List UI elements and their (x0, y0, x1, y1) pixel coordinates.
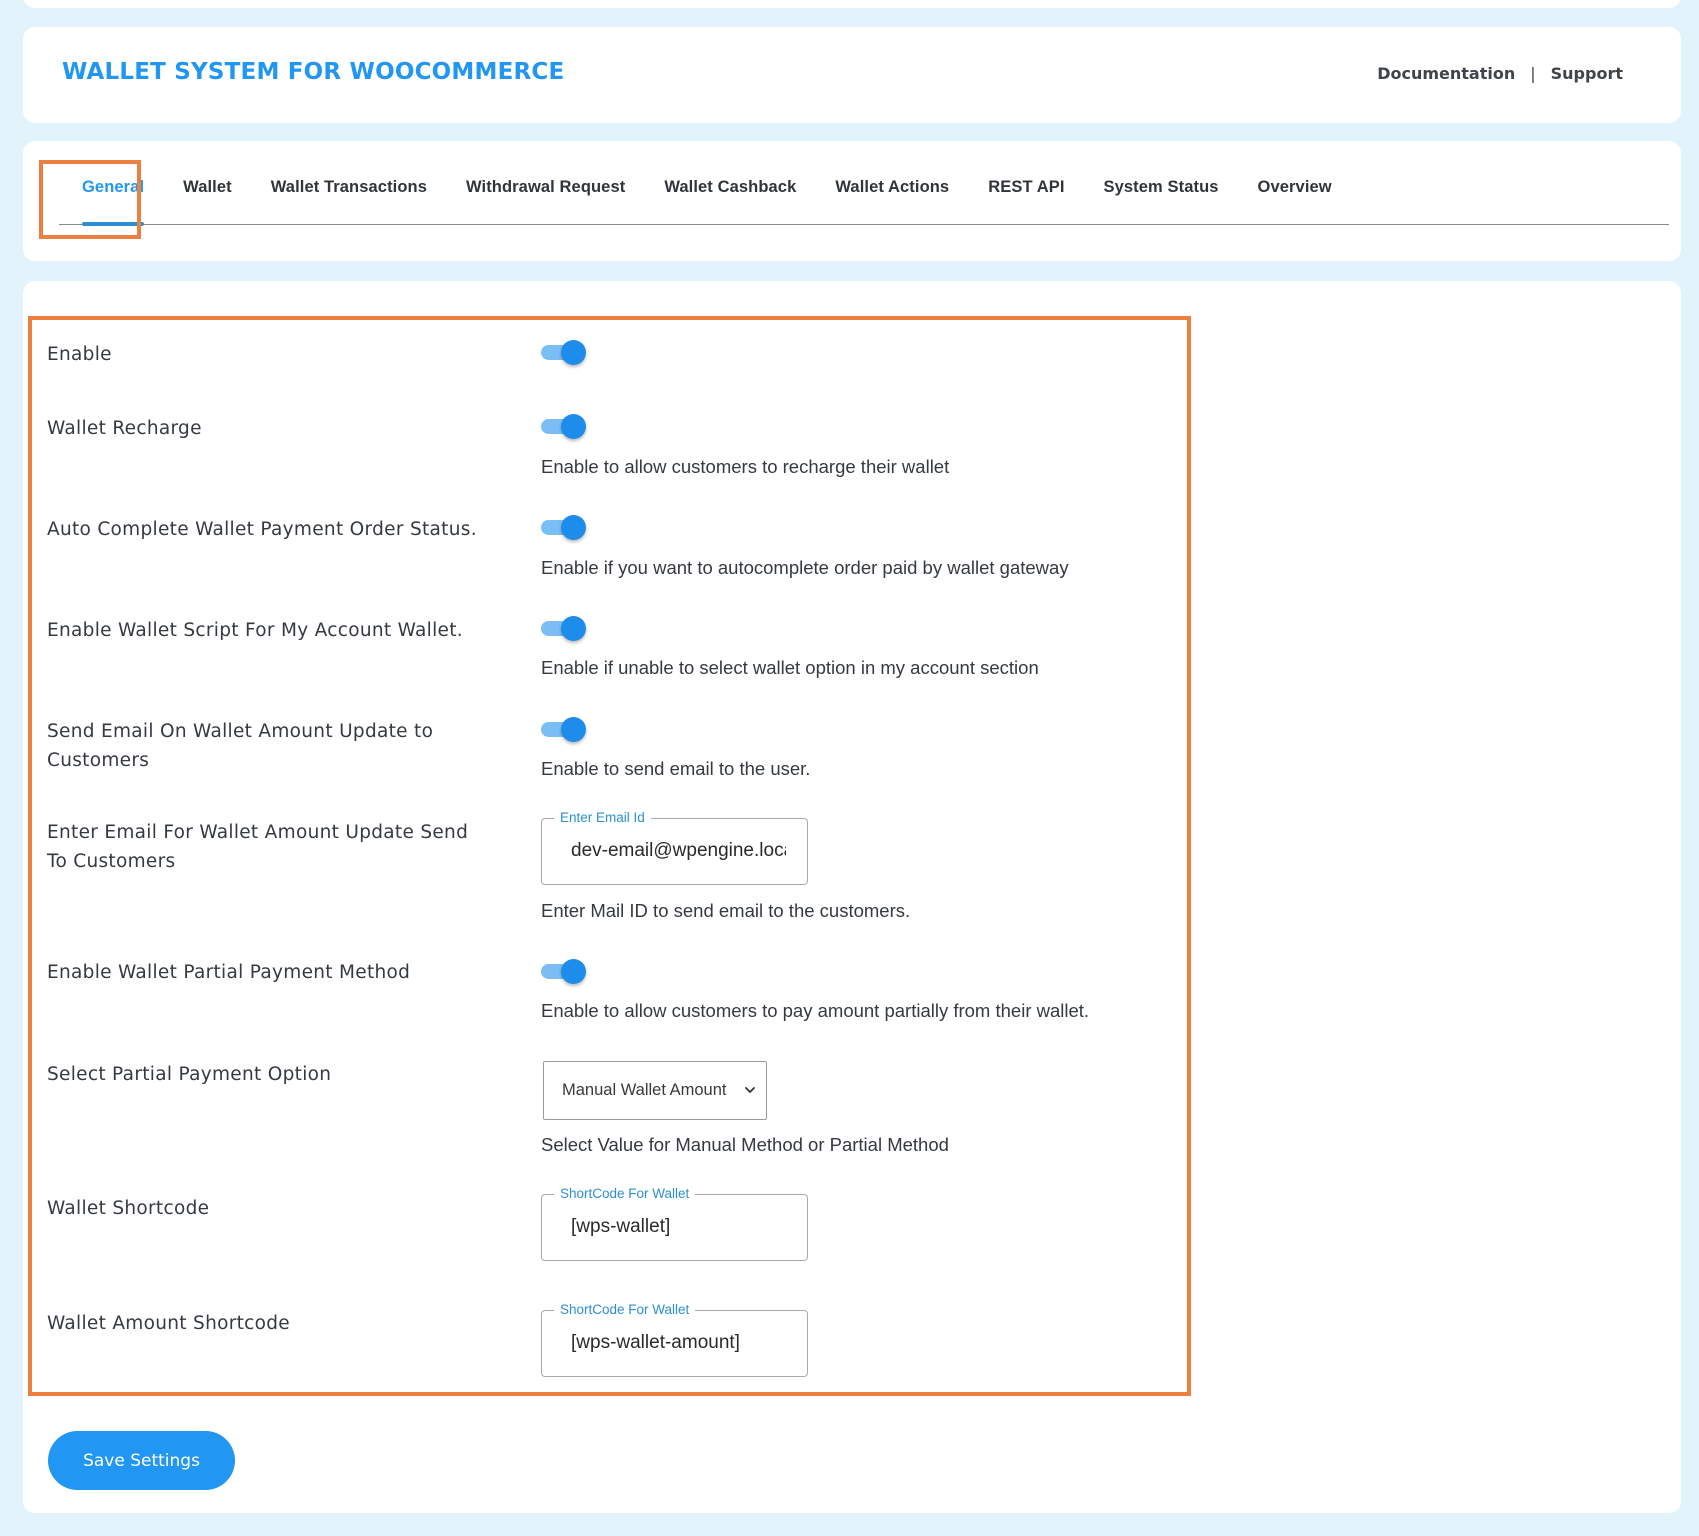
wallet-amount-shortcode-value[interactable]: [wps-wallet-amount] (571, 1332, 786, 1354)
send-email-description: Enable to send email to the user. (541, 758, 811, 779)
toggle-knob (561, 515, 586, 540)
header-links: Documentation | Support (1377, 64, 1623, 83)
tab-wallet-actions[interactable]: Wallet Actions (835, 141, 949, 225)
partial-option-label: Select Partial Payment Option (47, 1064, 332, 1085)
support-link[interactable]: Support (1551, 64, 1623, 83)
wallet-amount-shortcode-label: Wallet Amount Shortcode (47, 1313, 290, 1334)
tab-wallet-cashback[interactable]: Wallet Cashback (664, 141, 796, 225)
header-card: WALLET SYSTEM FOR WOOCOMMERCE Documentat… (23, 27, 1681, 123)
wallet-recharge-label: Wallet Recharge (47, 418, 202, 439)
toggle-knob (561, 959, 586, 984)
tab-overview[interactable]: Overview (1258, 141, 1332, 225)
tab-withdrawal-request[interactable]: Withdrawal Request (466, 141, 625, 225)
auto-complete-description: Enable if you want to autocomplete order… (541, 557, 1069, 578)
send-email-toggle[interactable] (541, 716, 586, 742)
tab-general[interactable]: General (82, 141, 145, 226)
wallet-shortcode-field[interactable]: ShortCode For Wallet [wps-wallet] (541, 1185, 808, 1261)
auto-complete-toggle[interactable] (541, 514, 586, 540)
chevron-down-icon (745, 1087, 755, 1093)
wallet-script-description: Enable if unable to select wallet option… (541, 657, 1039, 678)
partial-payment-toggle[interactable] (541, 958, 586, 984)
toggle-knob (561, 340, 586, 365)
enable-label: Enable (47, 344, 112, 365)
auto-complete-label: Auto Complete Wallet Payment Order Statu… (47, 519, 477, 540)
tab-wallet-transactions[interactable]: Wallet Transactions (271, 141, 427, 225)
tabs-card: General Wallet Wallet Transactions Withd… (23, 141, 1681, 261)
email-field-label: Enter Email Id (554, 809, 651, 827)
enable-toggle[interactable] (541, 339, 586, 365)
email-field-value[interactable]: dev-email@wpengine.local (571, 840, 786, 862)
toggle-knob (561, 414, 586, 439)
tab-system-status[interactable]: System Status (1104, 141, 1219, 225)
app-title: WALLET SYSTEM FOR WOOCOMMERCE (62, 59, 565, 85)
email-description: Enter Mail ID to send email to the custo… (541, 900, 911, 921)
wallet-shortcode-value[interactable]: [wps-wallet] (571, 1216, 786, 1238)
send-email-label: Send Email On Wallet Amount Update to Cu… (47, 721, 434, 771)
wallet-recharge-toggle[interactable] (541, 413, 586, 439)
partial-option-description: Select Value for Manual Method or Partia… (541, 1134, 949, 1155)
wallet-amount-shortcode-field[interactable]: ShortCode For Wallet [wps-wallet-amount] (541, 1301, 808, 1377)
toggle-knob (561, 616, 586, 641)
partial-option-select[interactable]: Manual Wallet Amount (543, 1061, 767, 1120)
save-settings-button[interactable]: Save Settings (48, 1431, 235, 1490)
wallet-script-toggle[interactable] (541, 615, 586, 641)
tab-rest-api[interactable]: REST API (988, 141, 1064, 225)
wallet-amount-shortcode-field-label: ShortCode For Wallet (554, 1301, 696, 1319)
partial-option-selected: Manual Wallet Amount (562, 1081, 727, 1099)
wallet-recharge-description: Enable to allow customers to recharge th… (541, 456, 950, 477)
documentation-link[interactable]: Documentation (1377, 64, 1515, 83)
partial-payment-label: Enable Wallet Partial Payment Method (47, 962, 411, 983)
toggle-knob (561, 717, 586, 742)
email-field[interactable]: Enter Email Id dev-email@wpengine.local (541, 809, 808, 885)
link-separator: | (1530, 64, 1536, 83)
wallet-shortcode-label: Wallet Shortcode (47, 1198, 210, 1219)
wallet-script-label: Enable Wallet Script For My Account Wall… (47, 620, 463, 641)
email-label: Enter Email For Wallet Amount Update Sen… (47, 822, 469, 872)
tab-bar: General Wallet Wallet Transactions Withd… (59, 141, 1669, 226)
tab-wallet[interactable]: Wallet (183, 141, 232, 225)
wallet-shortcode-field-label: ShortCode For Wallet (554, 1185, 696, 1203)
top-card-edge (23, 0, 1681, 8)
partial-payment-description: Enable to allow customers to pay amount … (541, 1000, 1090, 1021)
